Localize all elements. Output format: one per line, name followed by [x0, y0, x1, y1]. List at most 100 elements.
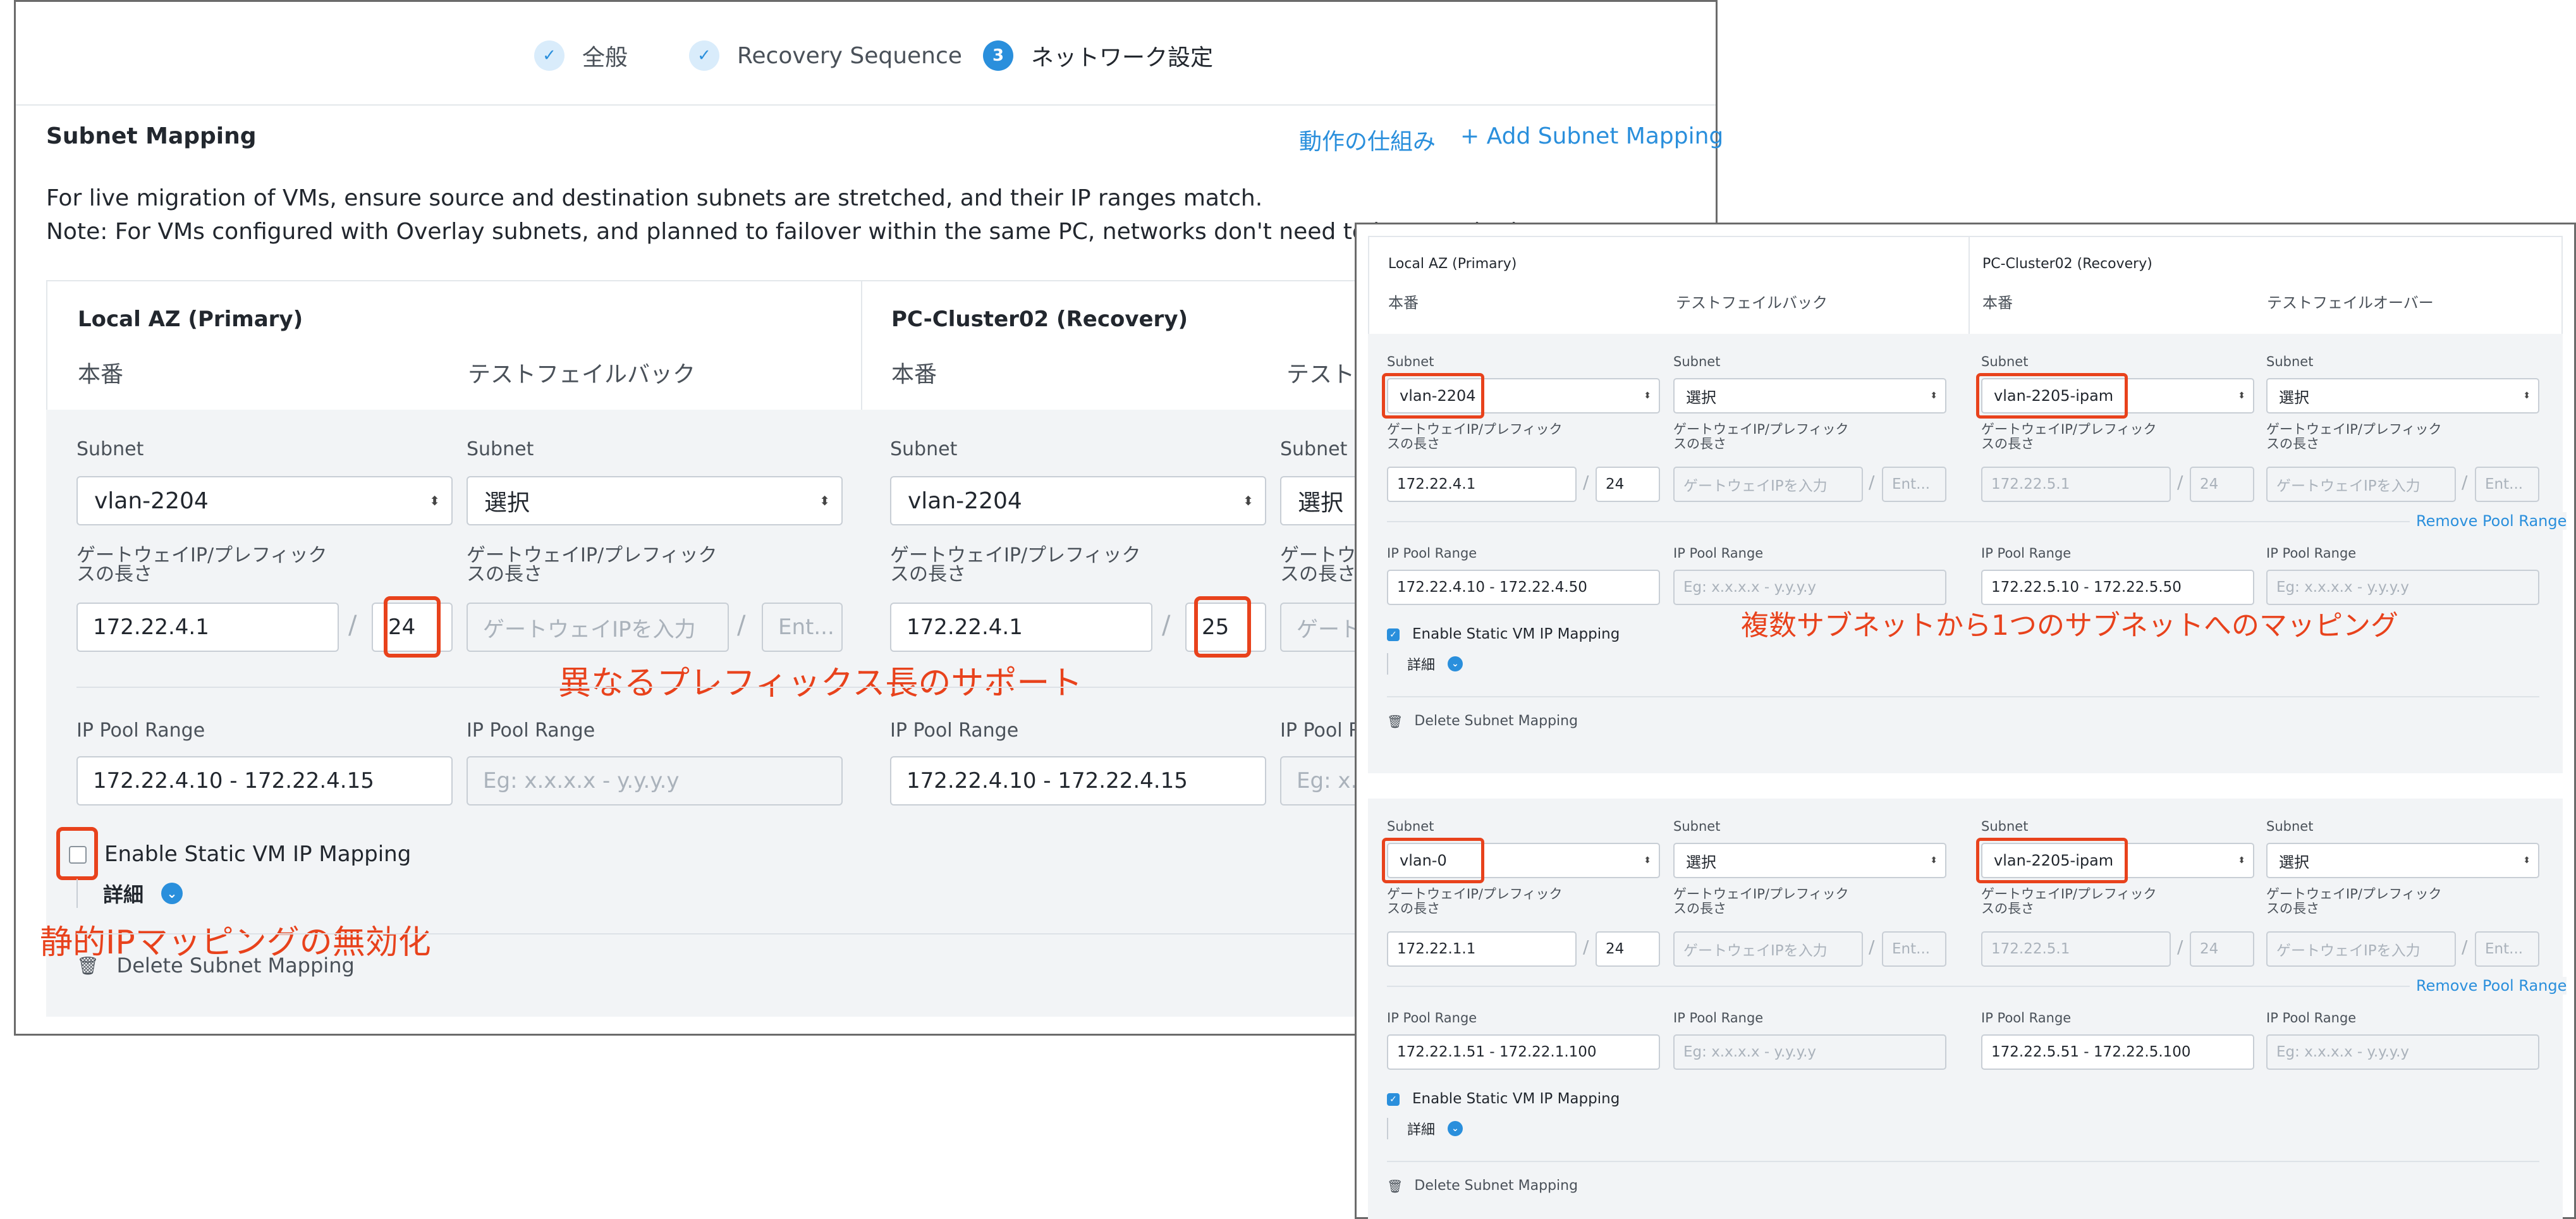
test-prefix-input[interactable]: Ent...: [1882, 931, 1946, 967]
remove-pool-range-link[interactable]: Remove Pool Range: [2410, 512, 2567, 530]
select-value: 選択: [2279, 388, 2309, 407]
details-rule: [1387, 1118, 1388, 1139]
step-recovery-sequence[interactable]: ✓ Recovery Sequence: [689, 37, 962, 75]
primary-pool-input[interactable]: 172.22.4.10 - 172.22.4.50: [1387, 570, 1660, 605]
slash-separator: /: [1869, 472, 1875, 493]
select-arrow-icon: ⬍: [1243, 493, 1254, 508]
primary-subnet-select[interactable]: vlan-2204 ⬍: [76, 476, 453, 525]
divider: [1387, 1161, 2539, 1162]
production-label: 本番: [1388, 294, 1419, 312]
add-subnet-mapping-link[interactable]: + Add Subnet Mapping: [1460, 123, 1723, 149]
details-group[interactable]: 詳細 ⌄: [1387, 653, 1463, 675]
primary-pool-input[interactable]: 172.22.1.51 - 172.22.1.100: [1387, 1034, 1660, 1070]
test-failover-gateway-input[interactable]: ゲートウェイIPを入力: [2266, 467, 2456, 502]
recovery-gateway-input[interactable]: 172.22.5.1: [1981, 467, 2171, 502]
step-label: 全般: [582, 45, 628, 71]
test-failback-subnet-select[interactable]: 選択 ⬍: [1673, 843, 1946, 878]
trash-icon: 🗑: [1387, 1178, 1403, 1194]
recovery-prefix-input[interactable]: 24: [2190, 467, 2254, 502]
primary-prefix-input[interactable]: 24: [1596, 931, 1660, 967]
slash-separator: /: [1162, 611, 1171, 640]
delete-subnet-mapping-button[interactable]: 🗑 Delete Subnet Mapping: [1387, 713, 1578, 729]
enable-static-mapping-checkbox[interactable]: ✓: [1387, 628, 1400, 641]
trash-icon: 🗑: [76, 955, 99, 976]
many-to-one-annotation: 複数サブネットから1つのサブネットへのマッピング: [1741, 610, 2398, 642]
select-value: 選択: [1686, 853, 1716, 871]
test-failback-subnet-select[interactable]: 選択 ⬍: [467, 476, 843, 525]
delete-subnet-mapping-button[interactable]: 🗑 Delete Subnet Mapping: [1387, 1178, 1578, 1194]
delete-subnet-mapping-button[interactable]: 🗑 Delete Subnet Mapping: [76, 953, 355, 977]
test-pool-input[interactable]: Eg: x.x.x.x - y.y.y.y: [1673, 570, 1946, 605]
subnet-label: Subnet: [2266, 354, 2314, 369]
test-pool-input[interactable]: Eg: x.x.x.x - y.y.y.y: [467, 756, 843, 806]
test-failback-subnet-select[interactable]: 選択 ⬍: [1673, 378, 1946, 413]
recovery-subnet-select[interactable]: vlan-2204 ⬍: [890, 476, 1266, 525]
chevron-down-icon: ⌄: [161, 883, 183, 904]
gateway-label: ゲートウ スの長さ: [1280, 544, 1356, 585]
step-general[interactable]: ✓ 全般: [534, 37, 628, 75]
recovery-pool-input[interactable]: 172.22.5.10 - 172.22.5.50: [1981, 570, 2254, 605]
recovery-az-heading: PC-Cluster02 (Recovery): [1982, 256, 2152, 272]
ip-pool-label: IP Pool Range: [76, 720, 205, 742]
primary-prefix-input[interactable]: 24: [1596, 467, 1660, 502]
test-failover-pool-input[interactable]: Eg: x.x.x.x - y.y.y.y: [2266, 1034, 2539, 1070]
delete-label: Delete Subnet Mapping: [1414, 1178, 1578, 1194]
test-failover-gateway-input[interactable]: ゲートウェイIPを入力: [2266, 931, 2456, 967]
test-pool-input[interactable]: Eg: x.x.x.x - y.y.y.y: [1673, 1034, 1946, 1070]
details-label: 詳細: [103, 883, 144, 907]
recovery-pool-input[interactable]: 172.22.5.51 - 172.22.5.100: [1981, 1034, 2254, 1070]
column-divider: [1969, 237, 1970, 335]
recovery-pool-input[interactable]: 172.22.4.10 - 172.22.4.15: [890, 756, 1266, 806]
enable-static-mapping-label: Enable Static VM IP Mapping: [1412, 626, 1620, 642]
gateway-label: ゲートウェイIP/プレフィック スの長さ: [2266, 886, 2442, 916]
gateway-label: ゲートウェイIP/プレフィック スの長さ: [1387, 886, 1563, 916]
divider: [76, 933, 1404, 934]
recovery-gateway-input[interactable]: 172.22.4.1: [890, 603, 1152, 652]
remove-pool-range-link[interactable]: Remove Pool Range: [2410, 977, 2567, 995]
primary-gateway-input[interactable]: 172.22.1.1: [1387, 931, 1577, 967]
slash-separator: /: [1869, 936, 1875, 957]
how-it-works-link[interactable]: 動作の仕組み: [1299, 123, 1436, 156]
select-arrow-icon: ⬍: [1930, 855, 1938, 866]
subnet-highlight: [1976, 838, 2128, 883]
details-rule: [1387, 653, 1388, 675]
primary-gateway-input[interactable]: 172.22.4.1: [76, 603, 339, 652]
select-arrow-icon: ⬍: [1644, 855, 1651, 866]
test-failover-prefix-input[interactable]: Ent...: [2475, 931, 2539, 967]
primary-pool-input[interactable]: 172.22.4.10 - 172.22.4.15: [76, 756, 453, 806]
test-prefix-input[interactable]: Ent...: [762, 603, 843, 652]
section-title: Subnet Mapping: [46, 123, 257, 149]
test-gateway-input[interactable]: ゲートウェイIPを入力: [1673, 467, 1863, 502]
test-prefix-input[interactable]: Ent...: [1882, 467, 1946, 502]
test-gateway-input[interactable]: ゲートウェイIPを入力: [1673, 931, 1863, 967]
ip-pool-label: IP Pool Range: [1387, 546, 1477, 561]
details-group[interactable]: 詳細 ⌄: [1387, 1118, 1463, 1139]
details-label: 詳細: [1407, 658, 1436, 673]
slash-separator: /: [1583, 472, 1589, 493]
test-gateway-input[interactable]: ゲートウェイIPを入力: [467, 603, 729, 652]
recovery-prefix-input[interactable]: 24: [2190, 931, 2254, 967]
test-failover-subnet-select[interactable]: 選択 ⬍: [2266, 378, 2539, 413]
production-label: 本番: [78, 362, 124, 388]
primary-gateway-input[interactable]: 172.22.4.1: [1387, 467, 1577, 502]
enable-static-mapping-checkbox[interactable]: ✓: [1387, 1093, 1400, 1106]
subnet-label: Subnet: [2266, 819, 2314, 834]
many-to-one-mapping-panel: Local AZ (Primary) 本番 テストフェイルバック PC-Clus…: [1355, 223, 2576, 1219]
select-arrow-icon: ⬍: [2523, 855, 2530, 866]
subnet-mapping-row: Subnet Subnet Subnet Subnet vlan-2204 ⬍ 選…: [1368, 334, 2567, 773]
divider: [1387, 986, 2487, 987]
test-failback-label: テストフェイルバック: [1676, 294, 1828, 312]
step-done-icon: ✓: [534, 40, 565, 71]
divider: [76, 687, 1404, 688]
checkbox-highlight: [56, 827, 98, 880]
test-failover-subnet-select[interactable]: 選択 ⬍: [2266, 843, 2539, 878]
select-arrow-icon: ⬍: [429, 493, 440, 508]
test-failover-pool-input[interactable]: Eg: x.x.x.x - y.y.y.y: [2266, 570, 2539, 605]
details-group[interactable]: 詳細 ⌄: [76, 879, 183, 908]
step-network-settings[interactable]: 3 ネットワーク設定: [983, 37, 1213, 75]
step-done-icon: ✓: [689, 40, 719, 71]
test-failover-prefix-input[interactable]: Ent...: [2475, 467, 2539, 502]
subnet-label: Subnet: [1387, 354, 1434, 369]
recovery-gateway-input[interactable]: 172.22.5.1: [1981, 931, 2171, 967]
local-az-heading: Local AZ (Primary): [1388, 256, 1517, 272]
